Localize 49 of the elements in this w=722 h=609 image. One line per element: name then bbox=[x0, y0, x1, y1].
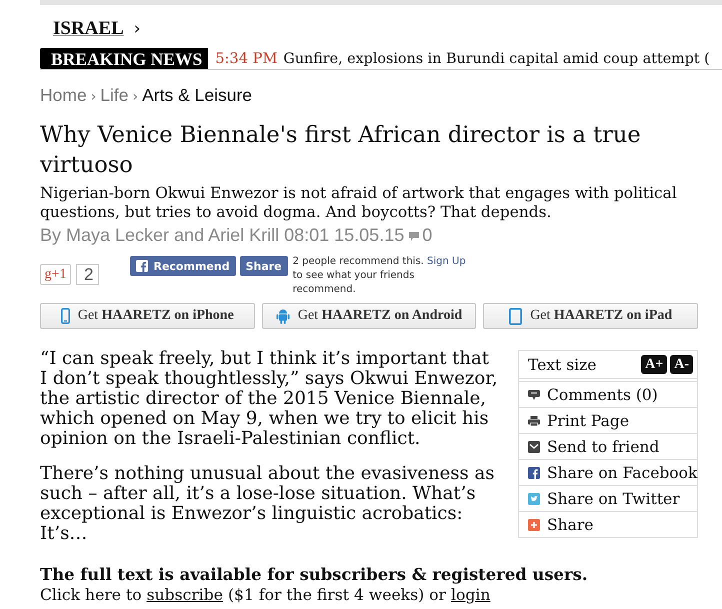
printer-icon bbox=[528, 414, 540, 426]
google-plus-button[interactable]: g+1 bbox=[40, 264, 71, 285]
text-size-button[interactable]: A- bbox=[670, 355, 693, 374]
envelope-icon bbox=[528, 440, 540, 452]
comment-count-link[interactable]: 0 bbox=[422, 225, 432, 245]
app-download-button[interactable]: Get HAARETZ on iPad bbox=[483, 303, 698, 329]
breadcrumb-link[interactable]: Home bbox=[40, 84, 87, 106]
facebook-icon bbox=[136, 260, 148, 272]
breadcrumb-link[interactable]: Life bbox=[100, 84, 129, 106]
article-subtitle: Nigerian-born Okwui Enwezor is not afraid of artwork that engages with political questions, but tries to avoid dogma. And boycotts? That depends. bbox=[40, 184, 678, 221]
paywall-notice: The full text is available for subscribers & registered users. bbox=[40, 565, 589, 585]
recommend-note: 2 people recommend this. Sign Up to see what your friends recommend. bbox=[292, 255, 467, 297]
section-link[interactable]: ISRAEL bbox=[53, 18, 124, 40]
sign-up-link[interactable]: Sign Up bbox=[427, 256, 466, 267]
article-paragraph: There’s nothing unusual about the evasiveness as such – after all, it’s a lose-lose situation. What’s exceptional is Enwezor’s linguistic acrobatics: It’s… bbox=[40, 464, 496, 544]
phone-icon bbox=[60, 308, 70, 324]
article-tool-link[interactable]: Share on Twitter bbox=[519, 485, 697, 511]
app-download-button[interactable]: Get HAARETZ on iPhone bbox=[40, 303, 255, 329]
article-tool-link[interactable]: Share bbox=[519, 511, 697, 537]
article-tool-link[interactable]: Share on Facebook bbox=[519, 459, 697, 485]
byline: By Maya Lecker and Ariel Krill 08:01 15.05.15 bbox=[40, 225, 404, 245]
recommend-button[interactable]: Recommend bbox=[130, 256, 236, 276]
app-download-button[interactable]: Get HAARETZ on Android bbox=[262, 303, 476, 329]
chevron-icon: › bbox=[134, 19, 141, 39]
article-title: Why Venice Biennale's first African director is a true virtuoso bbox=[40, 121, 642, 180]
twitter-icon bbox=[528, 492, 540, 504]
plus-icon bbox=[528, 518, 540, 530]
article-tool-link[interactable]: Comments (0) bbox=[519, 382, 697, 407]
article-tool-link[interactable]: Print Page bbox=[519, 407, 697, 433]
android-icon bbox=[276, 308, 290, 324]
share-button[interactable]: Share bbox=[240, 256, 288, 276]
breadcrumb-separator: › bbox=[90, 88, 96, 107]
breaking-news-label: BREAKING NEWS bbox=[40, 48, 208, 69]
text-size-button[interactable]: A+ bbox=[641, 355, 668, 374]
share-count: 2 bbox=[76, 264, 100, 285]
news-time: 5:34 PM bbox=[215, 50, 278, 67]
news-headline-link[interactable]: Gunfire, explosions in Burundi capital amid coup attempt ( bbox=[283, 50, 710, 66]
breadcrumb-separator: › bbox=[132, 88, 138, 107]
text-size-label: Text size bbox=[528, 356, 596, 374]
breadcrumb-link[interactable]: Arts & Leisure bbox=[142, 84, 252, 106]
tablet-icon bbox=[509, 308, 522, 324]
paywall-prompt: Click here to subscribe ($1 for the first 4 weeks) or login bbox=[40, 585, 492, 605]
comment-icon bbox=[528, 388, 540, 400]
comment-icon bbox=[409, 232, 420, 241]
login-link[interactable]: login bbox=[450, 586, 490, 604]
facebook-icon bbox=[528, 466, 540, 478]
subscribe-link[interactable]: subscribe bbox=[146, 586, 223, 604]
article-paragraph: “I can speak freely, but I think it’s important that I don’t speak thoughtlessly,” says Okwui Enwezor, the artistic director of the 2015 Venice Biennale, which opened on May 9, when we try to elicit his opinion on the Israeli-Palestinian conflict. bbox=[40, 349, 499, 449]
article-tool-link[interactable]: Send to friend bbox=[519, 433, 697, 459]
